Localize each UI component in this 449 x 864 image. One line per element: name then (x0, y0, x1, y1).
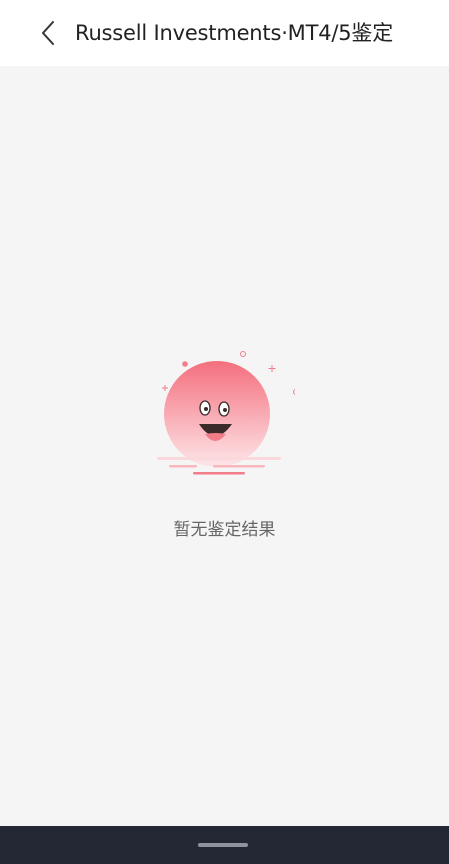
page-title: Russell Investments·MT4/5鉴定 (75, 21, 394, 45)
header-bar: Russell Investments·MT4/5鉴定 (0, 0, 449, 66)
back-button[interactable] (30, 14, 66, 52)
home-indicator[interactable] (198, 843, 248, 847)
smiling-sun-icon (156, 351, 295, 475)
empty-state: 暂无鉴定结果 (0, 340, 449, 542)
chevron-left-icon (42, 21, 54, 45)
screen: Russell Investments·MT4/5鉴定 暂无鉴定结果 (0, 0, 449, 864)
empty-message: 暂无鉴定结果 (173, 520, 276, 540)
system-navigation-bar (0, 826, 449, 864)
